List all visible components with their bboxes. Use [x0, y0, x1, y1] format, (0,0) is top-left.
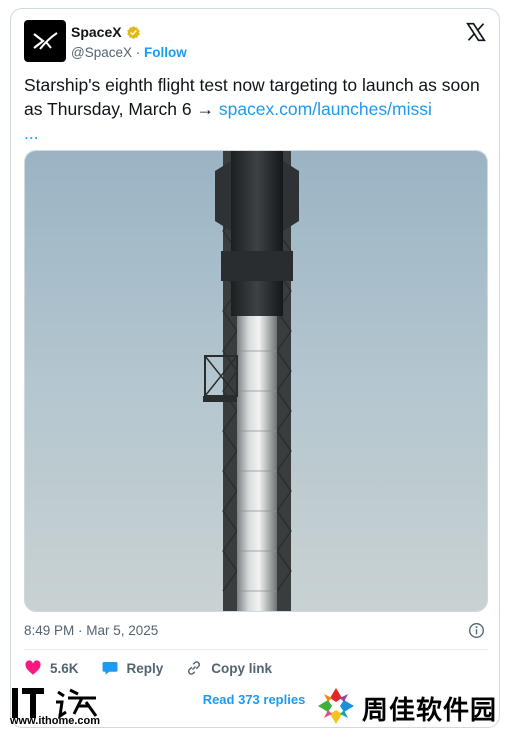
reply-button[interactable]: Reply	[101, 659, 164, 677]
tweet-actions: 5.6K Reply Copy link	[24, 658, 294, 678]
zhoujia-logo-icon	[318, 688, 354, 724]
info-icon[interactable]	[468, 622, 485, 639]
tweet-text: Starship's eighth flight test now target…	[24, 73, 484, 145]
zhoujia-watermark-text: 周佳软件园	[362, 695, 498, 725]
like-button[interactable]: 5.6K	[24, 659, 79, 677]
heart-icon	[25, 660, 41, 675]
follow-button[interactable]: Follow	[144, 45, 187, 60]
tweet-media-image[interactable]	[24, 150, 488, 612]
x-logo-icon[interactable]	[466, 22, 486, 42]
avatar[interactable]	[24, 20, 66, 62]
tweet-link-ellipsis[interactable]: ...	[24, 123, 39, 143]
spacex-logo-icon	[33, 32, 58, 50]
read-replies-button[interactable]: Read 373 replies	[196, 686, 312, 712]
tweet-link[interactable]: spacex.com/launches/missi	[219, 99, 432, 119]
tweet-timestamp[interactable]: 8:49 PM · Mar 5, 2025	[24, 623, 158, 638]
divider	[24, 649, 488, 650]
copy-link-label: Copy link	[211, 660, 273, 676]
like-count: 5.6K	[50, 660, 79, 676]
author-handle[interactable]: @SpaceX	[71, 45, 132, 60]
author-handle-row: @SpaceX · Follow	[71, 45, 187, 60]
link-icon	[188, 661, 201, 675]
copy-link-button[interactable]: Copy link	[185, 659, 272, 677]
ithome-url: www.ithome.com	[10, 715, 101, 727]
verified-badge-icon	[126, 25, 140, 39]
reply-label: Reply	[126, 660, 164, 676]
author-name[interactable]: SpaceX	[71, 24, 122, 40]
reply-icon	[102, 662, 118, 675]
starship-photo	[25, 151, 487, 611]
separator-dot: ·	[135, 45, 141, 60]
author-name-row[interactable]: SpaceX	[71, 24, 141, 40]
